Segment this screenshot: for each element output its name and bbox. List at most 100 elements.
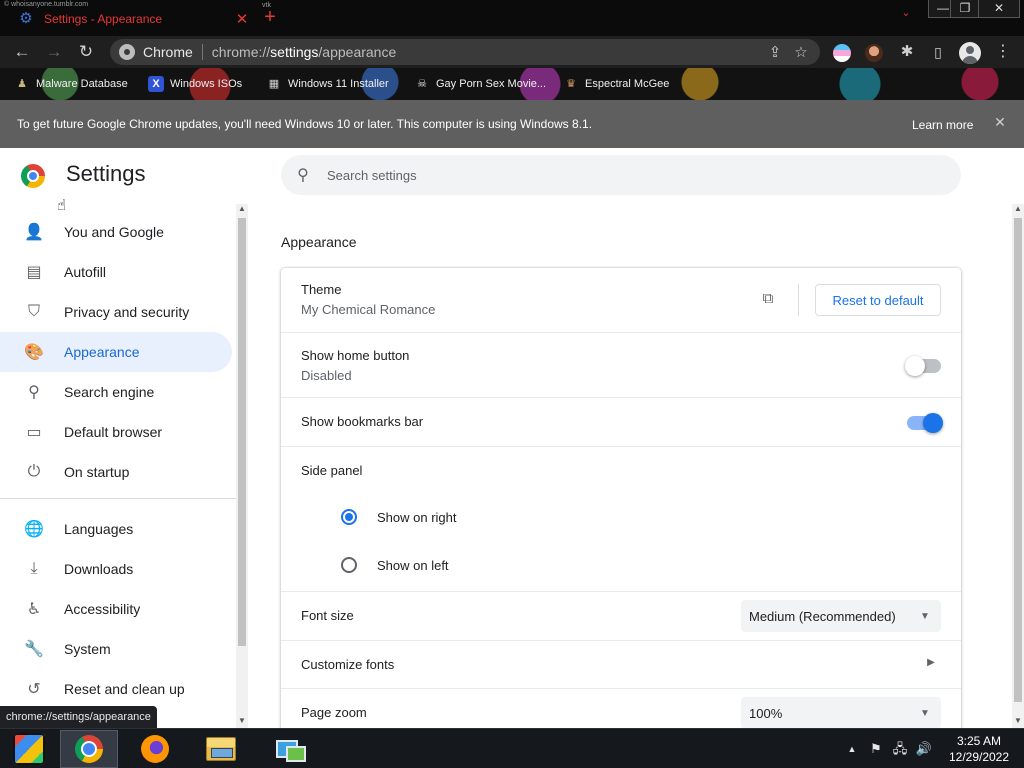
omnibox-divider xyxy=(201,44,203,60)
customize-fonts-row[interactable]: Customize fonts ▶ xyxy=(281,640,961,688)
learn-more-link[interactable]: Learn more xyxy=(912,118,973,132)
side-panel-icon[interactable]: ▯ xyxy=(927,40,949,64)
sidebar-item-languages[interactable]: 🌐 Languages xyxy=(0,509,232,549)
sidebar-item-you-and-google[interactable]: 👤 You and Google xyxy=(0,212,232,252)
main-scrollbar[interactable]: ▲ ▼ xyxy=(1012,204,1024,728)
taskbar-chrome[interactable] xyxy=(60,730,118,768)
bookmark-movie-site[interactable]: ☠ Gay Porn Sex Movie... xyxy=(414,74,546,94)
title-bar: © whoisanyone.tumblr.com vtk ⚙ Settings … xyxy=(0,0,1024,36)
tab-settings[interactable]: ⚙ Settings - Appearance ✕ xyxy=(10,6,254,32)
radio-button[interactable] xyxy=(341,557,357,573)
chevron-right-icon: ▶ xyxy=(927,657,935,668)
chrome-menu-icon[interactable]: ⋮ xyxy=(992,40,1014,64)
scroll-down-arrow-icon[interactable]: ▼ xyxy=(236,716,248,725)
share-icon[interactable]: ⇪ xyxy=(762,43,788,61)
font-size-value: Medium (Recommended) xyxy=(749,608,896,624)
bookmark-windows-isos[interactable]: X Windows ISOs xyxy=(148,74,242,94)
restore-button[interactable]: ❐ xyxy=(950,0,980,18)
theme-row[interactable]: Theme My Chemical Romance ⧉ Reset to def… xyxy=(281,268,961,332)
firefox-icon xyxy=(141,735,169,763)
reset-icon: ↺ xyxy=(27,681,41,698)
tab-title: Settings - Appearance xyxy=(44,12,163,26)
new-tab-button[interactable]: + xyxy=(260,6,280,28)
extension-avatar-icon[interactable] xyxy=(865,44,883,62)
tab-search-icon[interactable]: ⌄ xyxy=(897,6,915,19)
volume-icon[interactable]: 🔊 xyxy=(914,739,934,759)
sidebar-scroll-thumb[interactable] xyxy=(238,218,246,646)
page-zoom-row: Page zoom 100% ▼ xyxy=(281,688,961,728)
sidebar-item-reset-and-clean-up[interactable]: ↺ Reset and clean up xyxy=(0,669,232,709)
action-center-flag-icon[interactable]: ⚑ xyxy=(866,739,886,759)
taskbar-network-app[interactable] xyxy=(260,730,318,768)
page-zoom-select[interactable]: 100% ▼ xyxy=(741,697,941,728)
side-panel-label: Side panel xyxy=(301,463,363,478)
search-input[interactable] xyxy=(327,167,927,183)
radio-button-checked[interactable] xyxy=(341,509,357,525)
sidebar-item-accessibility[interactable]: ♿ Accessibility xyxy=(0,589,232,629)
sidebar-item-autofill[interactable]: ▤ Autofill xyxy=(0,252,232,292)
profile-avatar[interactable] xyxy=(959,42,981,64)
scroll-down-arrow-icon[interactable]: ▼ xyxy=(1012,716,1024,725)
show-hidden-icons-icon[interactable]: ▲ xyxy=(842,739,862,759)
bookmark-malware-database[interactable]: ♟ Malware Database xyxy=(14,74,128,94)
network-icon[interactable]: 🖧 xyxy=(890,739,910,759)
reset-theme-button[interactable]: Reset to default xyxy=(815,284,941,316)
globe-icon: 🌐 xyxy=(24,521,44,538)
accessibility-icon: ♿ xyxy=(26,601,42,618)
infobar-close-icon[interactable]: ✕ xyxy=(992,114,1008,131)
url-text[interactable]: chrome://settings/appearance xyxy=(212,44,762,60)
bookmark-icon: X xyxy=(148,76,164,92)
scroll-up-arrow-icon[interactable]: ▲ xyxy=(236,204,248,213)
bookmark-star-icon[interactable]: ☆ xyxy=(788,43,814,61)
sidebar-item-search-engine[interactable]: ⚲ Search engine xyxy=(0,372,232,412)
power-icon: ⏻ xyxy=(27,463,41,480)
close-window-button[interactable]: ✕ xyxy=(978,0,1020,18)
sidebar-item-label: Search engine xyxy=(64,384,155,400)
tab-close-icon[interactable]: ✕ xyxy=(234,10,250,28)
bookmarks-bar-toggle[interactable] xyxy=(907,413,943,433)
url-prefix: chrome:// xyxy=(211,44,271,60)
font-size-select[interactable]: Medium (Recommended) ▼ xyxy=(741,600,941,632)
scroll-up-arrow-icon[interactable]: ▲ xyxy=(1012,204,1024,213)
sidebar-item-on-startup[interactable]: ⏻ On startup xyxy=(0,452,232,492)
sidebar-item-label: On startup xyxy=(64,464,130,480)
extension-flag-icon[interactable] xyxy=(833,44,851,62)
bookmark-icon: ♟ xyxy=(17,78,27,90)
bookmarks-bar-row[interactable]: Show bookmarks bar xyxy=(281,397,961,446)
sidebar-item-privacy-and-security[interactable]: ⛉ Privacy and security xyxy=(0,292,232,332)
forward-button[interactable]: → xyxy=(42,40,66,64)
extensions-puzzle-icon[interactable]: ✱ xyxy=(896,40,918,64)
bookmark-label: Gay Porn Sex Movie... xyxy=(436,78,547,90)
sidebar-item-appearance[interactable]: 🎨 Appearance xyxy=(0,332,232,372)
radio-show-on-left[interactable]: Show on left xyxy=(341,553,449,577)
chrome-icon xyxy=(75,735,103,763)
bookmark-label: Espectral McGee xyxy=(585,78,670,90)
hand-cursor-icon: ☝ xyxy=(57,197,67,214)
open-in-new-icon[interactable]: ⧉ xyxy=(759,290,777,307)
folder-icon xyxy=(206,737,236,761)
bookmark-espectral-mcgee[interactable]: ♛ Espectral McGee xyxy=(563,74,669,94)
taskbar-firefox[interactable] xyxy=(126,730,184,768)
bookmark-icon: ☠ xyxy=(417,78,427,90)
home-button-toggle[interactable] xyxy=(905,356,941,376)
search-box[interactable]: ⚲ xyxy=(281,155,961,195)
system-clock[interactable]: 3:25 AM 12/29/2022 xyxy=(940,733,1018,765)
row-divider xyxy=(798,284,799,316)
main-scroll-thumb[interactable] xyxy=(1014,218,1022,702)
radio-show-on-right[interactable]: Show on right xyxy=(341,505,457,529)
sidebar-item-system[interactable]: 🔧 System xyxy=(0,629,232,669)
sidebar-scrollbar[interactable]: ▲ ▼ xyxy=(236,204,248,728)
bookmark-windows-11-installer[interactable]: ▦ Windows 11 Installer xyxy=(266,74,389,94)
reload-button[interactable]: ↻ xyxy=(74,40,98,64)
sidebar-item-downloads[interactable]: ⤓ Downloads xyxy=(0,549,232,589)
page-zoom-value: 100% xyxy=(749,705,783,721)
home-button-row[interactable]: Show home button Disabled xyxy=(281,332,961,397)
shield-icon: ⛉ xyxy=(27,303,40,320)
sidebar-item-default-browser[interactable]: ▭ Default browser xyxy=(0,412,232,452)
taskbar-file-explorer[interactable] xyxy=(192,730,250,768)
sidebar-item-label: Languages xyxy=(64,521,134,537)
chrome-site-icon xyxy=(119,44,135,60)
start-button[interactable] xyxy=(0,730,58,768)
address-bar[interactable]: Chrome chrome://settings/appearance ⇪ ☆ xyxy=(110,39,820,65)
back-button[interactable]: ← xyxy=(10,40,34,64)
